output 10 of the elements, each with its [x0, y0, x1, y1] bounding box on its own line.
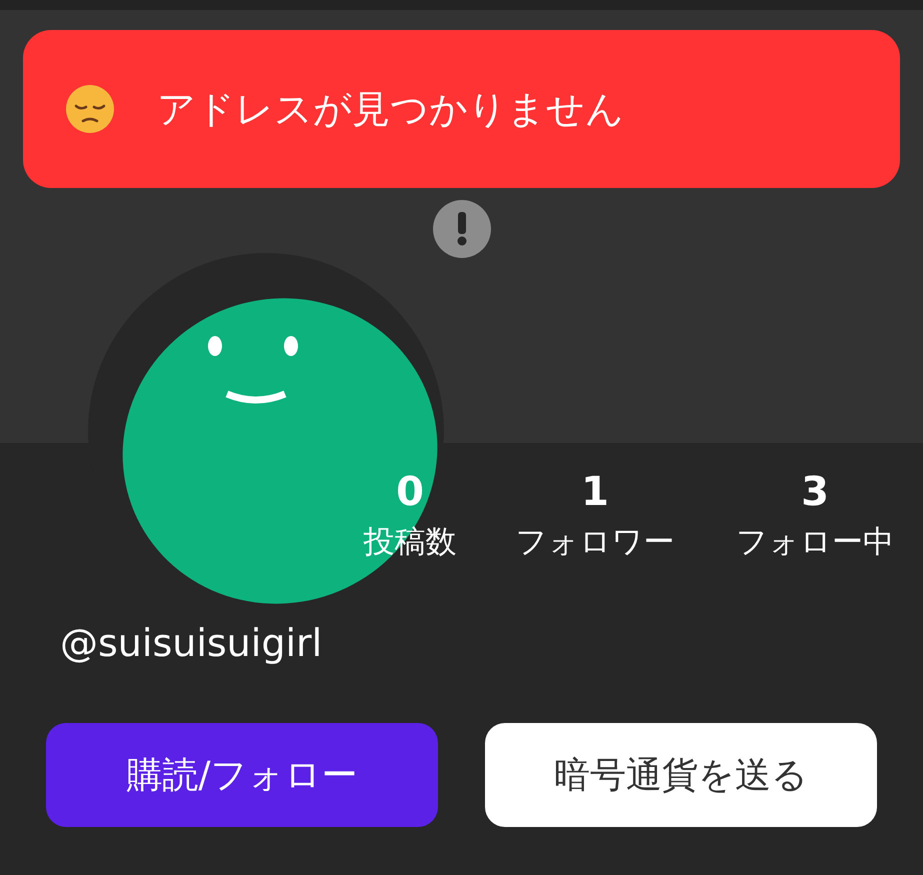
stat-count: 0 — [396, 468, 424, 517]
stat-label: フォロワー — [516, 523, 674, 562]
stat-count: 1 — [581, 468, 609, 517]
username-handle: @suisuisuigirl — [60, 621, 322, 665]
send-button[interactable]: 暗号通貨を送る — [485, 723, 877, 827]
toast-message: アドレスが見つかりません — [157, 86, 624, 132]
pensive-face-icon — [65, 84, 115, 134]
follow-button[interactable]: 購読/フォロー — [46, 723, 438, 827]
stat-count: 3 — [801, 468, 829, 517]
stat-label: フォロー中 — [736, 523, 894, 562]
